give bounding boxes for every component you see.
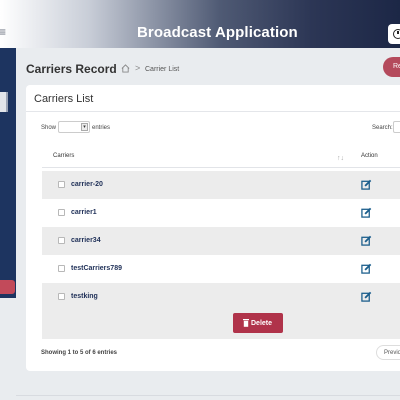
table-row: carrier1: [42, 199, 400, 227]
edit-icon[interactable]: [361, 207, 372, 218]
table-row: carrier-20: [42, 171, 400, 199]
sort-icon[interactable]: ↑↓: [337, 155, 344, 163]
row-checkbox[interactable]: [58, 237, 65, 244]
table-footer-row: [42, 311, 400, 339]
column-header-action: Action: [361, 153, 378, 159]
row-checkbox[interactable]: [58, 293, 65, 300]
edit-icon[interactable]: [361, 179, 372, 190]
sidebar: [0, 48, 16, 298]
edit-icon[interactable]: [361, 263, 372, 274]
delete-button[interactable]: Delete: [233, 313, 283, 333]
delete-label: Delete: [251, 320, 273, 327]
carrier-name[interactable]: carrier-20: [71, 180, 103, 189]
search-label: Search:: [372, 125, 393, 131]
edit-icon[interactable]: [361, 291, 372, 302]
divider: [26, 111, 400, 112]
home-icon[interactable]: [121, 64, 130, 73]
carriers-card: Carriers List Show ▾ entries Search: Car…: [26, 85, 400, 371]
trash-icon: [243, 319, 249, 327]
search-input[interactable]: [393, 121, 400, 133]
entries-label: entries: [92, 125, 111, 131]
row-checkbox[interactable]: [58, 265, 65, 272]
bottom-divider: [16, 395, 400, 396]
sidebar-item-highlight[interactable]: [0, 280, 15, 294]
carrier-name[interactable]: testking: [71, 292, 98, 301]
row-checkbox[interactable]: [58, 181, 65, 188]
table-row: carrier34: [42, 227, 400, 255]
previous-button[interactable]: Previo: [376, 345, 400, 360]
carrier-name[interactable]: carrier34: [71, 236, 101, 245]
top-bar: ≡ Broadcast Application: [0, 0, 400, 48]
top-action-button[interactable]: Re: [383, 57, 400, 77]
entries-select[interactable]: ▾: [58, 121, 90, 133]
clock-button[interactable]: [388, 24, 400, 44]
page-title: Carriers Record: [26, 62, 117, 76]
app-title: Broadcast Application: [137, 24, 298, 41]
table-info: Showing 1 to 5 of 6 entries: [41, 350, 118, 356]
clock-icon: [393, 29, 400, 39]
table-row: testking: [42, 283, 400, 311]
edit-icon[interactable]: [361, 235, 372, 246]
show-label: Show: [41, 125, 57, 131]
carrier-name[interactable]: carrier1: [71, 208, 97, 217]
header-divider: [42, 167, 400, 168]
sidebar-item-active[interactable]: [0, 92, 8, 112]
card-title: Carriers List: [34, 93, 94, 105]
row-checkbox[interactable]: [58, 209, 65, 216]
carrier-name[interactable]: testCarriers789: [71, 264, 122, 273]
breadcrumb-separator: >: [135, 63, 141, 73]
table-row: testCarriers789: [42, 255, 400, 283]
breadcrumb-current: Carrier List: [145, 66, 180, 73]
chevron-down-icon: ▾: [81, 123, 88, 131]
column-header-carriers[interactable]: Carriers: [53, 153, 74, 159]
menu-icon[interactable]: ≡: [0, 25, 6, 39]
